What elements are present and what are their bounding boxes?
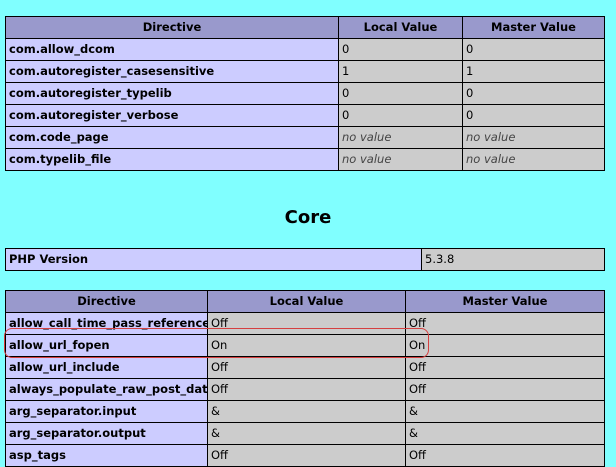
directive-name: com.code_page	[5, 126, 339, 149]
local-value: no value	[338, 148, 463, 171]
master-value: On	[405, 334, 605, 357]
master-value: &	[405, 400, 605, 423]
master-value: Off	[405, 378, 605, 401]
highlight-outline-allow-url-fopen	[4, 328, 429, 358]
column-header-local-value: Local Value	[207, 290, 406, 313]
local-value: Off	[207, 444, 406, 467]
column-header-master-value: Master Value	[405, 290, 605, 313]
table-row: com.autoregister_verbose 0 0	[5, 104, 605, 127]
local-value: Off	[207, 356, 406, 379]
master-value: 0	[462, 82, 605, 105]
table-row: allow_url_include Off Off	[5, 356, 605, 379]
php-version-value: 5.3.8	[421, 248, 605, 271]
directive-name: com.autoregister_verbose	[5, 104, 339, 127]
master-value: Off	[405, 356, 605, 379]
directive-name: com.autoregister_casesensitive	[5, 60, 339, 83]
master-value: 0	[462, 104, 605, 127]
directive-name: always_populate_raw_post_data	[5, 378, 208, 401]
directive-name: allow_url_include	[5, 356, 208, 379]
master-value: Off	[405, 312, 605, 335]
table-row: com.allow_dcom 0 0	[5, 38, 605, 61]
core-directives-table: Directive Local Value Master Value allow…	[5, 290, 605, 467]
table-row: asp_tags Off Off	[5, 444, 605, 467]
master-value: no value	[462, 126, 605, 149]
table-row: always_populate_raw_post_data Off Off	[5, 378, 605, 401]
local-value: 0	[338, 104, 463, 127]
column-header-directive: Directive	[5, 16, 339, 39]
table-header-row: Directive Local Value Master Value	[5, 290, 605, 313]
table-row: arg_separator.input & &	[5, 400, 605, 423]
column-header-local-value: Local Value	[338, 16, 463, 39]
directive-name: arg_separator.input	[5, 400, 208, 423]
table-row: com.autoregister_typelib 0 0	[5, 82, 605, 105]
no-value-text: no value	[466, 130, 516, 144]
com-directives-table: Directive Local Value Master Value com.a…	[5, 16, 605, 171]
php-version-table: PHP Version 5.3.8	[5, 248, 605, 271]
local-value: 1	[338, 60, 463, 83]
local-value: no value	[338, 126, 463, 149]
directive-name: com.autoregister_typelib	[5, 82, 339, 105]
master-value: 0	[462, 38, 605, 61]
no-value-text: no value	[466, 152, 516, 166]
directive-name: com.typelib_file	[5, 148, 339, 171]
master-value: 1	[462, 60, 605, 83]
local-value: 0	[338, 38, 463, 61]
table-header-row: Directive Local Value Master Value	[5, 16, 605, 39]
directive-name: asp_tags	[5, 444, 208, 467]
local-value: 0	[338, 82, 463, 105]
table-row: com.typelib_file no value no value	[5, 148, 605, 171]
local-value: Off	[207, 378, 406, 401]
php-version-label: PHP Version	[5, 248, 422, 271]
table-row: com.code_page no value no value	[5, 126, 605, 149]
table-row: arg_separator.output & &	[5, 422, 605, 445]
no-value-text: no value	[342, 130, 392, 144]
directive-name: com.allow_dcom	[5, 38, 339, 61]
master-value: Off	[405, 444, 605, 467]
no-value-text: no value	[342, 152, 392, 166]
local-value: &	[207, 422, 406, 445]
local-value: &	[207, 400, 406, 423]
master-value: &	[405, 422, 605, 445]
column-header-directive: Directive	[5, 290, 208, 313]
table-row: PHP Version 5.3.8	[5, 248, 605, 271]
column-header-master-value: Master Value	[462, 16, 605, 39]
directive-name: arg_separator.output	[5, 422, 208, 445]
table-row: com.autoregister_casesensitive 1 1	[5, 60, 605, 83]
master-value: no value	[462, 148, 605, 171]
section-title-core: Core	[284, 207, 332, 228]
